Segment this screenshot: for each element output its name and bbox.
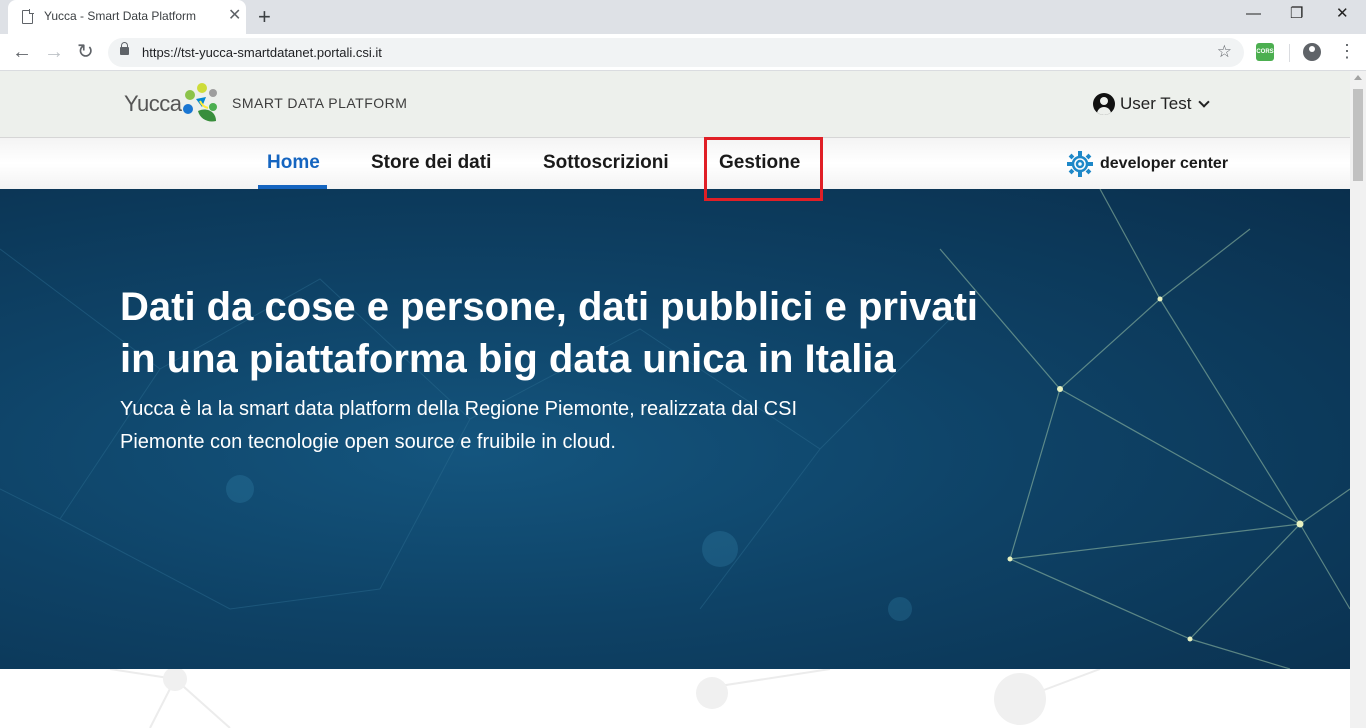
browser-menu-icon[interactable]: ⋮ xyxy=(1338,39,1356,63)
content-below-hero xyxy=(0,667,1350,728)
gear-icon xyxy=(1067,151,1093,177)
user-avatar-icon xyxy=(1093,93,1115,115)
site-header: Yucca SMART DATA PLATFORM User Test xyxy=(0,71,1350,137)
hero-banner: Dati da cose e persone, dati pubblici e … xyxy=(0,189,1350,669)
network-footer-graphic xyxy=(109,667,1101,728)
new-tab-button[interactable]: + xyxy=(258,4,271,30)
user-name: User Test xyxy=(1120,94,1192,113)
user-menu[interactable]: User Test xyxy=(1093,92,1210,116)
address-bar[interactable]: https://tst-yucca-smartdatanet.portali.c… xyxy=(108,38,1244,67)
close-tab-icon[interactable]: ✕ xyxy=(228,7,241,25)
hero-title: Dati da cose e persone, dati pubblici e … xyxy=(120,285,979,381)
scrollbar-thumb[interactable] xyxy=(1353,89,1363,181)
main-nav: Home Store dei dati Sottoscrizioni Gesti… xyxy=(0,137,1350,189)
nav-store-dei-dati[interactable]: Store dei dati xyxy=(371,152,491,174)
scroll-up-icon[interactable] xyxy=(1354,75,1362,80)
reload-icon[interactable]: ↻ xyxy=(77,40,94,64)
page-viewport: Yucca SMART DATA PLATFORM User Test Home… xyxy=(0,71,1350,728)
tab-title: Yucca - Smart Data Platform xyxy=(44,9,197,23)
developer-center-label: developer center xyxy=(1100,155,1229,172)
nav-sottoscrizioni[interactable]: Sottoscrizioni xyxy=(543,152,669,174)
gestione-highlight-box xyxy=(704,137,823,201)
cors-extension-icon[interactable]: CORS xyxy=(1256,43,1274,61)
bookmark-star-icon[interactable]: ☆ xyxy=(1217,42,1232,62)
toolbar-divider xyxy=(1289,44,1290,62)
browser-toolbar: ← → ↻ https://tst-yucca-smartdatanet.por… xyxy=(0,34,1366,71)
developer-center-link[interactable]: developer center xyxy=(1066,150,1228,178)
logo-tagline: SMART DATA PLATFORM xyxy=(232,95,408,111)
maximize-button[interactable]: ❐ xyxy=(1290,4,1303,24)
lock-icon xyxy=(120,42,129,55)
close-window-button[interactable]: ✕ xyxy=(1336,4,1349,24)
chevron-down-icon xyxy=(1197,95,1210,108)
forward-icon[interactable]: → xyxy=(44,40,64,64)
minimize-button[interactable]: — xyxy=(1246,4,1261,24)
back-icon[interactable]: ← xyxy=(12,40,32,64)
logo-wordmark: Yucca xyxy=(124,91,182,116)
page-icon xyxy=(22,9,34,24)
url-text[interactable]: https://tst-yucca-smartdatanet.portali.c… xyxy=(142,45,382,60)
browser-tab[interactable]: Yucca - Smart Data Platform ✕ xyxy=(8,0,246,34)
browser-tabstrip: Yucca - Smart Data Platform ✕ + — ❐ ✕ xyxy=(0,0,1366,34)
yucca-leaf-icon xyxy=(183,83,217,122)
hero-subtitle: Yucca è la la smart data platform della … xyxy=(120,398,798,453)
page-scrollbar[interactable] xyxy=(1350,71,1366,728)
nav-home[interactable]: Home xyxy=(267,152,320,174)
profile-icon[interactable] xyxy=(1303,43,1321,61)
